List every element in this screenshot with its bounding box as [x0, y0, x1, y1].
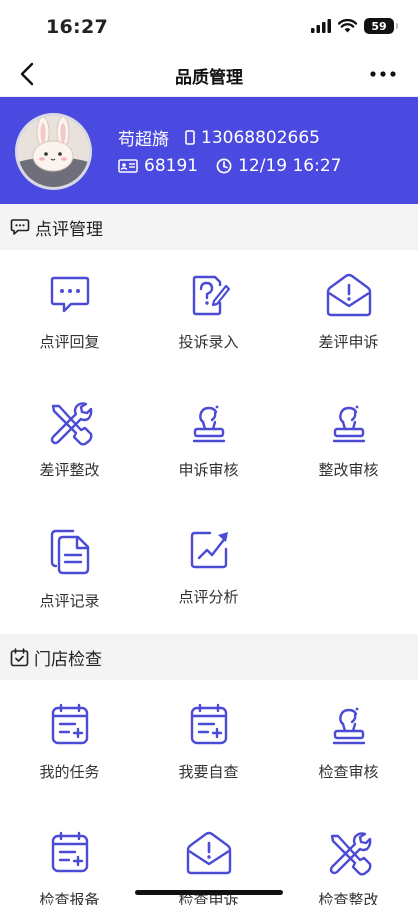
grid-item-appeal-review[interactable]: 申诉审核 — [139, 400, 278, 480]
section-header-review: 点评管理 — [0, 204, 418, 250]
phone-icon — [185, 130, 195, 145]
user-name: 苟超旖 — [118, 130, 169, 150]
grid-item-review-reply[interactable]: 点评回复 — [0, 272, 139, 352]
task-list-icon — [51, 831, 88, 873]
profile-row-contact: 苟超旖 13068802665 — [118, 125, 320, 151]
battery-icon: 59 — [364, 18, 398, 34]
grid-item-review-records[interactable]: 点评记录 — [0, 527, 139, 611]
clock-icon — [216, 158, 232, 174]
tools-icon — [50, 402, 92, 446]
status-icons: 59 — [311, 18, 398, 34]
employee-id: 68191 — [144, 156, 199, 176]
grid-item-check-review[interactable]: 检查审核 — [279, 702, 418, 782]
section-title: 门店检查 — [34, 649, 102, 670]
more-button[interactable] — [368, 62, 398, 86]
grid-item-label: 整改审核 — [318, 461, 379, 479]
documents-icon — [50, 529, 89, 575]
section-header-store-check: 门店检查 — [0, 634, 418, 680]
grid-item-review-analysis[interactable]: 点评分析 — [139, 527, 278, 607]
grid-item-label: 点评分析 — [178, 588, 239, 606]
task-list-icon — [190, 703, 227, 745]
wifi-icon — [338, 19, 357, 33]
profile-row-meta: 68191 12/19 16:27 — [118, 156, 341, 176]
grid-item-label: 我要自查 — [178, 763, 239, 781]
section-title: 点评管理 — [35, 219, 103, 240]
more-dots-icon — [370, 71, 396, 77]
chat-icon — [10, 219, 30, 235]
question-doc-icon — [192, 275, 230, 316]
stamp-icon — [192, 405, 225, 443]
alert-envelope-icon — [186, 831, 231, 875]
nav-bar: 品质管理 — [0, 52, 418, 97]
avatar[interactable] — [15, 113, 92, 190]
grid-item-bad-review-appeal[interactable]: 差评申诉 — [279, 272, 418, 352]
grid-item-label: 点评回复 — [39, 333, 100, 351]
grid-item-label: 投诉录入 — [178, 333, 239, 351]
grid-item-check-rectify[interactable]: 检查整改 — [279, 830, 418, 905]
grid-item-label: 申诉审核 — [178, 461, 239, 479]
alert-envelope-icon — [326, 273, 371, 317]
grid-item-label: 差评整改 — [39, 461, 100, 479]
grid-item-label: 检查审核 — [318, 763, 379, 781]
user-phone: 13068802665 — [201, 127, 320, 148]
grid-item-label: 点评记录 — [39, 592, 100, 610]
grid-item-label: 差评申诉 — [318, 333, 379, 351]
grid-item-check-report[interactable]: 检查报备 — [0, 830, 139, 905]
rabbit-avatar-icon — [18, 116, 89, 187]
grid-item-label: 检查整改 — [318, 891, 379, 905]
grid-item-label: 检查报备 — [39, 891, 100, 905]
stamp-icon — [332, 405, 365, 443]
login-datetime: 12/19 16:27 — [238, 156, 342, 176]
status-time: 16:27 — [46, 16, 108, 38]
store-check-grid: 我的任务 我要自查 检查审核 检查报备 检查申诉 检查整改 — [0, 680, 418, 905]
grid-item-rectify-review[interactable]: 整改审核 — [279, 400, 418, 480]
tools-icon — [329, 832, 371, 876]
grid-item-self-check[interactable]: 我要自查 — [139, 702, 278, 782]
page-title: 品质管理 — [175, 68, 243, 88]
status-bar: 16:27 59 — [0, 0, 418, 52]
id-card-icon — [118, 159, 138, 173]
chart-trend-icon — [190, 531, 228, 569]
task-list-icon — [51, 703, 88, 745]
grid-item-label: 我的任务 — [39, 763, 100, 781]
grid-item-my-tasks[interactable]: 我的任务 — [0, 702, 139, 782]
stamp-icon — [332, 707, 365, 745]
review-grid: 点评回复 投诉录入 差评申诉 差评整改 申诉审核 整改审核 点评记录 点评分析 — [0, 250, 418, 634]
grid-item-complaint-entry[interactable]: 投诉录入 — [139, 272, 278, 352]
chat-dots-icon — [50, 276, 89, 313]
signal-icon — [311, 19, 331, 33]
home-indicator[interactable] — [135, 890, 283, 895]
calendar-check-icon — [10, 647, 29, 666]
profile-banner: 苟超旖 13068802665 68191 12/19 16:27 — [0, 97, 418, 204]
grid-item-bad-review-rectify[interactable]: 差评整改 — [0, 400, 139, 480]
